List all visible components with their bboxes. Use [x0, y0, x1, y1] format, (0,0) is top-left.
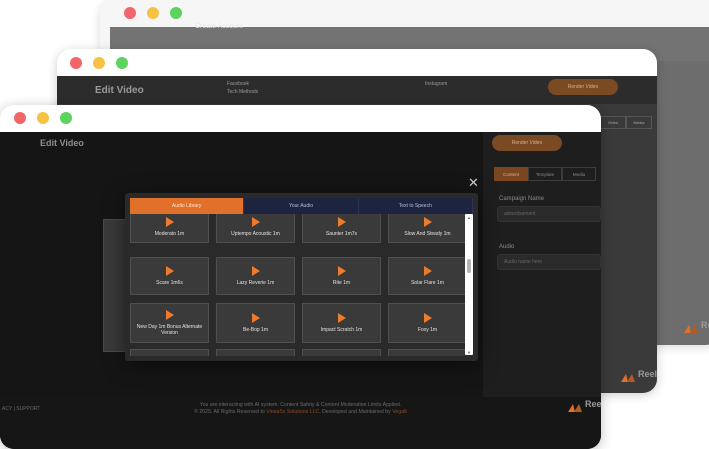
minimize-dot-icon[interactable] — [147, 7, 159, 19]
scroll-thumb[interactable] — [467, 259, 471, 273]
play-icon[interactable] — [423, 216, 432, 227]
window-controls — [124, 7, 182, 19]
audio-track-tile[interactable]: Uptempo Acoustic 1m — [216, 214, 295, 243]
company-link[interactable]: VineaSx Solutions LLC — [266, 409, 319, 415]
tab-media[interactable]: Media — [562, 167, 596, 181]
window-controls — [70, 57, 128, 69]
campaign-name-label: Campaign Name — [499, 196, 545, 202]
audio-track-tile[interactable]: Be-Bop 1m — [216, 303, 295, 343]
close-dot-icon[interactable] — [124, 7, 136, 19]
maximize-dot-icon[interactable] — [170, 7, 182, 19]
track-name: Foxy 1m — [417, 326, 438, 333]
audio-track-tile[interactable]: Foxy 1m — [388, 303, 466, 343]
play-icon[interactable] — [337, 265, 346, 276]
audio-track-tile[interactable]: New Day 1m Bonus Alternate Version — [130, 303, 209, 343]
audio-track-tile[interactable] — [302, 349, 381, 356]
window-controls — [14, 112, 72, 124]
page-title: Edit Video — [95, 85, 144, 96]
scroll-up-icon[interactable]: ▲ — [467, 215, 471, 220]
side-tabs: Video Media — [600, 116, 652, 129]
track-name: Be-Bop 1m — [242, 326, 268, 333]
audio-track-tile[interactable]: Slow And Steady 1m — [388, 214, 466, 243]
audio-track-tile[interactable]: Moderato 1m — [130, 214, 209, 243]
track-name: Rite 1m — [332, 279, 351, 286]
modal-scrollbar[interactable]: ▲ ▼ — [465, 214, 473, 355]
tab-your-audio[interactable]: Your Audio — [244, 198, 359, 214]
play-icon[interactable] — [337, 312, 346, 323]
footer-disclaimer: You are interacting with AI system. Cont… — [199, 402, 402, 408]
side-tabs: Content Template Media — [494, 167, 596, 181]
render-video-button[interactable]: Render Video — [492, 135, 562, 151]
audio-track-tile[interactable]: Solar Flare 1m — [388, 257, 466, 295]
track-name: Lazy Reverie 1m — [236, 279, 275, 286]
tab-video[interactable]: Video — [600, 116, 626, 129]
audio-track-tile[interactable]: Lazy Reverie 1m — [216, 257, 295, 295]
track-name: Slow And Steady 1m — [404, 230, 451, 237]
tab-text-to-speech[interactable]: Text to Speech — [359, 198, 473, 214]
audio-modal: Audio Library Your Audio Text to Speech … — [125, 193, 478, 361]
play-icon[interactable] — [251, 312, 260, 323]
maximize-dot-icon[interactable] — [116, 57, 128, 69]
close-dot-icon[interactable] — [14, 112, 26, 124]
minimize-dot-icon[interactable] — [37, 112, 49, 124]
page-title: Edit Video — [40, 138, 84, 148]
minimize-dot-icon[interactable] — [93, 57, 105, 69]
reel-logo: Reel — [620, 369, 657, 382]
video-canvas — [103, 219, 127, 352]
tab-content[interactable]: Content — [494, 167, 528, 181]
play-icon[interactable] — [165, 265, 174, 276]
facebook-field[interactable]: Facebook Tech Methods — [227, 80, 258, 96]
instagram-field[interactable]: Instagram — [425, 80, 447, 88]
reel-logo: Reel — [568, 399, 601, 412]
scroll-down-icon[interactable]: ▼ — [467, 350, 471, 355]
track-name: Solar Flare 1m — [411, 279, 444, 286]
track-name: Moderato 1m — [154, 230, 185, 237]
track-name: Impact Scratch 1m — [320, 326, 363, 333]
audio-label: Audio — [499, 244, 515, 250]
logo-mark-icon — [620, 369, 635, 382]
logo-mark-icon — [683, 320, 698, 333]
track-name: Uptempo Acoustic 1m — [231, 230, 280, 237]
tab-template[interactable]: Template — [528, 167, 562, 181]
maximize-dot-icon[interactable] — [60, 112, 72, 124]
logo-mark-icon — [568, 399, 582, 412]
play-icon[interactable] — [337, 216, 346, 227]
play-icon[interactable] — [423, 265, 432, 276]
page-title: Create Account — [195, 23, 243, 30]
tab-media[interactable]: Media — [626, 116, 652, 129]
play-icon[interactable] — [251, 216, 260, 227]
play-icon[interactable] — [423, 312, 432, 323]
audio-track-tile[interactable] — [130, 349, 209, 356]
developer-link[interactable]: Vega6 — [392, 409, 407, 415]
audio-track-grid: Moderato 1m Uptempo Acoustic 1m Saunter 1m… — [130, 214, 466, 356]
tab-audio-library[interactable]: Audio Library — [130, 198, 245, 214]
campaign-name-input[interactable]: advertisement — [497, 206, 601, 222]
footer-copyright: © 2025. All Rights Reserved to VineaSx S… — [194, 409, 407, 415]
close-icon[interactable]: ✕ — [468, 176, 479, 189]
audio-tabs: Audio Library Your Audio Text to Speech — [130, 198, 473, 214]
track-name: New Day 1m Bonus Alternate Version — [136, 323, 203, 337]
reel-logo: Reel — [683, 320, 709, 333]
audio-track-tile[interactable] — [216, 349, 295, 356]
track-name: Saunter 1m7s — [325, 230, 358, 237]
close-dot-icon[interactable] — [70, 57, 82, 69]
play-icon[interactable] — [251, 265, 260, 276]
render-video-button[interactable]: Render Video — [548, 79, 618, 95]
audio-track-tile[interactable] — [388, 349, 466, 356]
play-icon[interactable] — [165, 216, 174, 227]
audio-input[interactable]: Audio name here — [497, 254, 601, 270]
audio-track-tile[interactable]: Saunter 1m7s — [302, 214, 381, 243]
play-icon[interactable] — [165, 309, 174, 320]
track-name: Scare 1m6s — [156, 279, 183, 286]
audio-track-tile[interactable]: Impact Scratch 1m — [302, 303, 381, 343]
audio-track-tile[interactable]: Rite 1m — [302, 257, 381, 295]
audio-track-tile[interactable]: Scare 1m6s — [130, 257, 209, 295]
